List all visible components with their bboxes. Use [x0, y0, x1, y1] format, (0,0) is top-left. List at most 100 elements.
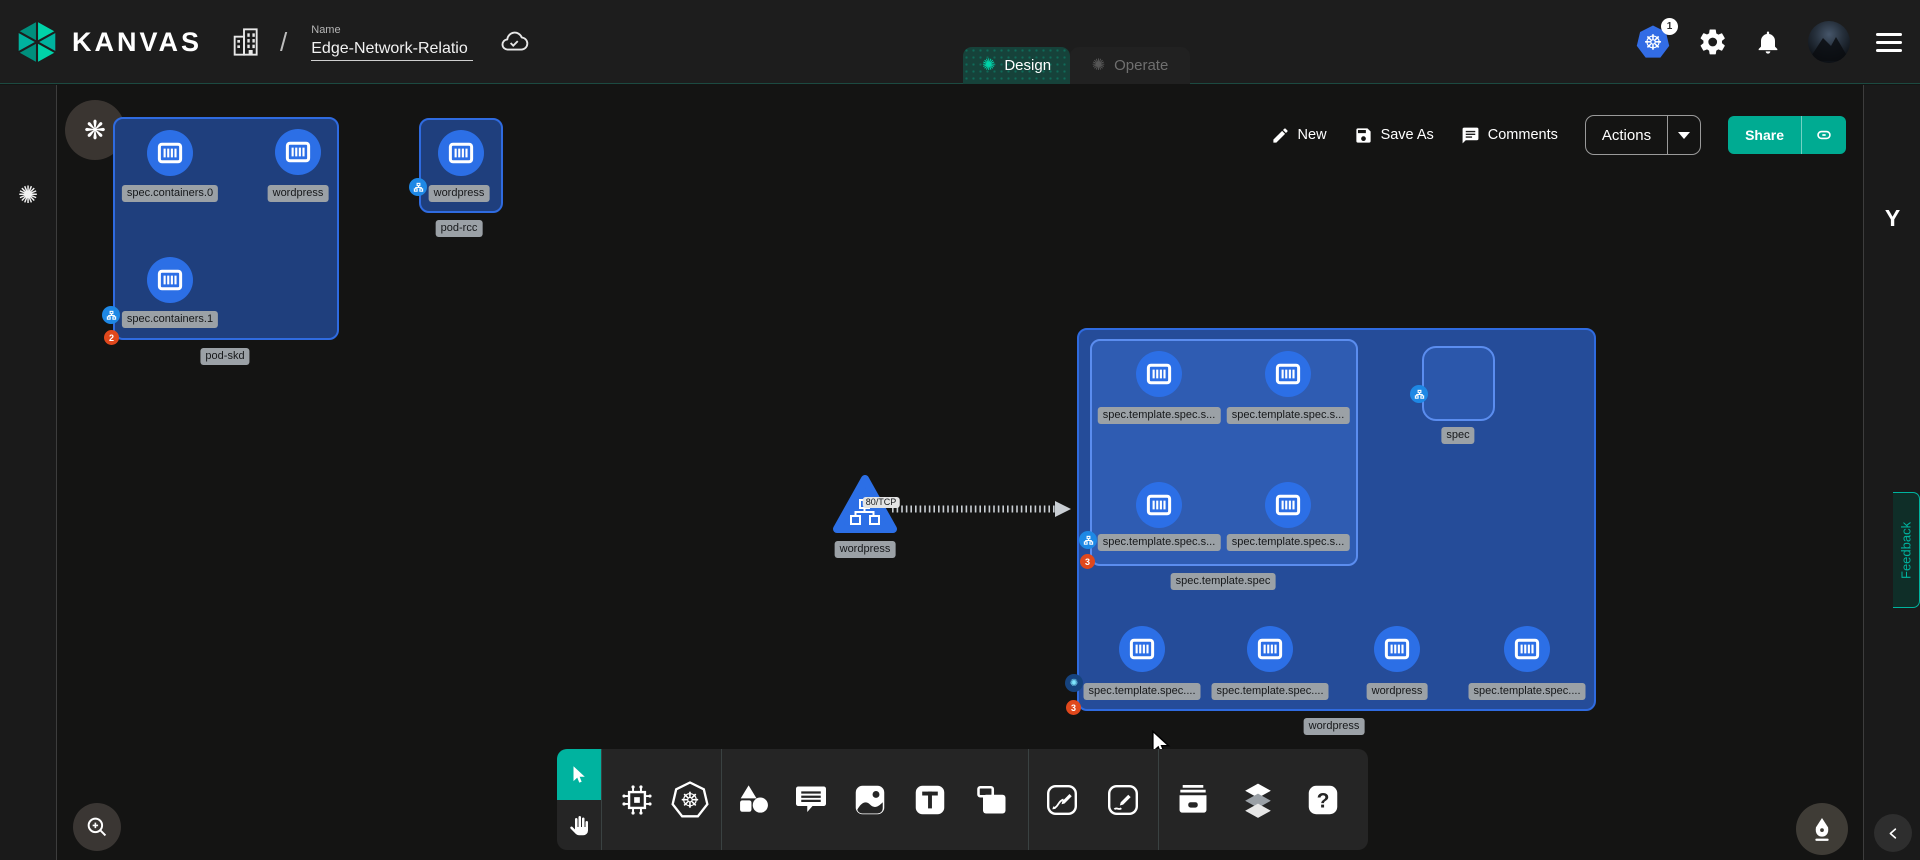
layers-tool[interactable]: [1238, 780, 1278, 820]
copy-link-button[interactable]: [1802, 125, 1846, 145]
hierarchy-badge[interactable]: [102, 306, 120, 324]
node-label: spec.template.spec.s...: [1227, 407, 1350, 424]
share-button[interactable]: Share: [1728, 116, 1846, 154]
hamburger-menu-icon[interactable]: [1876, 33, 1902, 52]
container-icon: [283, 137, 313, 167]
edge-port-label: 80/TCP: [863, 497, 900, 508]
container-node[interactable]: [1247, 626, 1293, 672]
sitemap-icon: [106, 310, 117, 321]
group-label: wordpress: [1304, 718, 1365, 735]
left-sidebar-strip: ✺: [0, 85, 57, 860]
actions-dropdown-button[interactable]: Actions: [1585, 115, 1701, 155]
container-icon: [1144, 359, 1174, 389]
node-label: wordpress: [835, 541, 896, 558]
container-node[interactable]: [1374, 626, 1420, 672]
issue-count-badge[interactable]: 3: [1066, 700, 1081, 715]
share-label: Share: [1728, 127, 1801, 143]
flower-icon: ❋: [84, 115, 106, 146]
chip-icon: [618, 781, 656, 819]
shapes-tool[interactable]: [734, 780, 774, 820]
settings-gear-icon[interactable]: [1698, 27, 1728, 57]
component-search-tool[interactable]: [617, 780, 657, 820]
kanvas-logo-icon[interactable]: [16, 19, 58, 65]
container-node[interactable]: [1265, 482, 1311, 528]
meshery-spiral-icon[interactable]: ✺: [14, 181, 42, 209]
text-tool[interactable]: [910, 780, 950, 820]
container-node[interactable]: [438, 130, 484, 176]
organization-icon[interactable]: [230, 24, 262, 60]
text-icon: [912, 782, 948, 818]
image-tool[interactable]: [850, 780, 890, 820]
kubernetes-tool[interactable]: ☸: [670, 780, 710, 820]
node-label: spec.template.spec....: [1212, 683, 1329, 700]
user-avatar[interactable]: [1808, 21, 1850, 63]
template-group[interactable]: [1090, 339, 1358, 566]
sitemap-icon: [1083, 535, 1094, 546]
right-panel-letter[interactable]: Y: [1864, 205, 1920, 232]
node-label: spec.containers.1: [122, 311, 218, 328]
drawer-tool[interactable]: [1173, 780, 1213, 820]
help-tool[interactable]: ?: [1303, 780, 1343, 820]
context-badge[interactable]: ✺: [1065, 674, 1083, 692]
feedback-label: Feedback: [1899, 521, 1914, 578]
hierarchy-badge[interactable]: [1079, 531, 1097, 549]
node-label: spec.template.spec....: [1084, 683, 1201, 700]
tab-design[interactable]: ✺ Design: [963, 47, 1070, 84]
freehand-pencil-icon: [1105, 782, 1141, 818]
pen-tool[interactable]: [1042, 780, 1082, 820]
zoom-button[interactable]: [73, 803, 121, 851]
save-as-button[interactable]: Save As: [1354, 126, 1434, 145]
container-icon: [1144, 490, 1174, 520]
right-sidebar-strip: Y: [1863, 85, 1920, 860]
collapse-right-panel-button[interactable]: [1874, 814, 1912, 852]
container-node[interactable]: [147, 130, 193, 176]
ink-pen-button[interactable]: [1796, 803, 1848, 855]
cursor-arrow-icon: [568, 764, 590, 786]
hierarchy-badge[interactable]: [1410, 385, 1428, 403]
container-node[interactable]: [147, 257, 193, 303]
note-tool[interactable]: [972, 780, 1012, 820]
node-label: wordpress: [1367, 683, 1428, 700]
save-icon: [1354, 126, 1373, 145]
actions-caret[interactable]: [1668, 132, 1700, 139]
container-node[interactable]: [1136, 351, 1182, 397]
context-count-badge: 1: [1661, 18, 1678, 35]
actions-label: Actions: [1586, 127, 1667, 144]
node-label: spec.template.spec.s...: [1098, 407, 1221, 424]
design-name-block: Name: [311, 24, 473, 61]
notifications-bell-icon[interactable]: [1754, 27, 1782, 57]
design-tab-label: Design: [1004, 57, 1051, 74]
container-node[interactable]: [1265, 351, 1311, 397]
freehand-draw-tool[interactable]: [1103, 780, 1143, 820]
comments-button[interactable]: Comments: [1461, 126, 1558, 145]
design-tab-icon: ✺: [982, 58, 995, 74]
sitemap-icon: [1414, 389, 1425, 400]
node-label: spec.template.spec....: [1469, 683, 1586, 700]
group-label: pod-skd: [200, 348, 249, 365]
issue-count-badge[interactable]: 2: [104, 330, 119, 345]
container-node[interactable]: [275, 129, 321, 175]
comments-icon: [1461, 126, 1480, 145]
select-tool[interactable]: [557, 749, 601, 800]
node-label: spec.containers.0: [122, 185, 218, 202]
new-button[interactable]: New: [1271, 126, 1327, 145]
spec-node[interactable]: [1422, 346, 1495, 421]
comment-tool[interactable]: [791, 780, 831, 820]
design-name-input[interactable]: [311, 38, 473, 61]
operate-tab-icon: ✺: [1092, 58, 1105, 74]
edge-connector[interactable]: [890, 497, 1076, 519]
tab-operate[interactable]: ✺ Operate: [1070, 47, 1190, 84]
chevron-down-icon: [1678, 132, 1690, 139]
container-node[interactable]: [1504, 626, 1550, 672]
node-label: wordpress: [268, 185, 329, 202]
container-node[interactable]: [1136, 482, 1182, 528]
issue-count-badge[interactable]: 3: [1080, 554, 1095, 569]
pan-tool[interactable]: [557, 800, 601, 850]
container-icon: [1127, 634, 1157, 664]
kubernetes-context-button[interactable]: ☸ 1: [1634, 24, 1672, 60]
container-node[interactable]: [1119, 626, 1165, 672]
container-icon: [1382, 634, 1412, 664]
hierarchy-badge[interactable]: [409, 178, 427, 196]
feedback-tab[interactable]: Feedback: [1893, 492, 1920, 608]
kanvas-app: KANVAS / Nam: [0, 0, 1920, 860]
